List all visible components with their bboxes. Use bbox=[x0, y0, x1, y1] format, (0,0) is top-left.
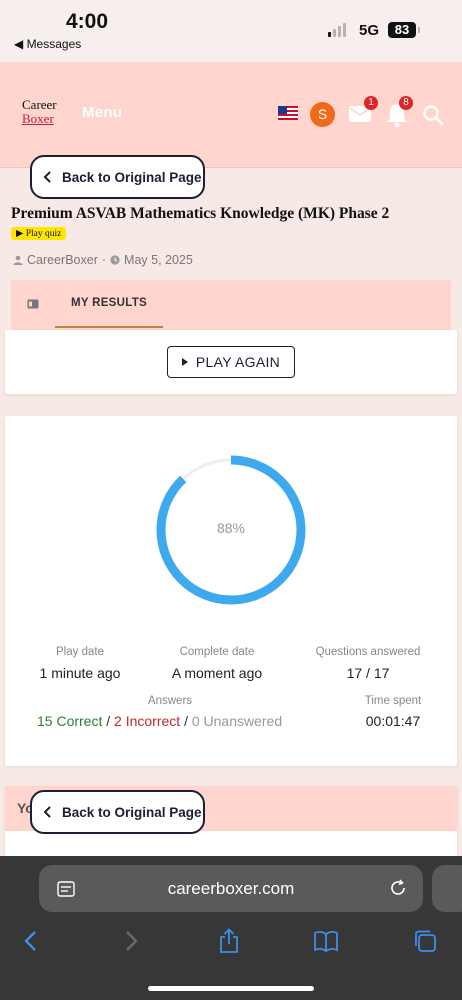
complete-date-value: A moment ago bbox=[171, 665, 263, 681]
answers-separator: / bbox=[184, 713, 188, 729]
answers-label: Answers bbox=[147, 695, 193, 707]
address-bar[interactable]: careerboxer.com bbox=[39, 865, 423, 912]
play-again-button[interactable]: PLAY AGAIN bbox=[167, 346, 295, 378]
next-tab-peek[interactable] bbox=[432, 865, 462, 912]
results-card: 88% Play date 1 minute ago Complete date… bbox=[5, 416, 457, 766]
time-spent-label: Time spent bbox=[364, 695, 422, 707]
avatar[interactable]: S bbox=[310, 102, 335, 127]
answers-correct: 15 Correct bbox=[37, 713, 103, 729]
share-icon[interactable] bbox=[216, 928, 242, 954]
play-quiz-tag-label: Play quiz bbox=[25, 229, 62, 239]
answers-incorrect: 2 Incorrect bbox=[114, 713, 181, 729]
quiz-date: May 5, 2025 bbox=[124, 253, 193, 267]
user-icon bbox=[13, 255, 23, 265]
site-header: Career Boxer Menu S 1 8 bbox=[0, 62, 462, 168]
answers-unanswered: 0 Unanswered bbox=[191, 713, 283, 729]
back-button-label: Back to Original Page bbox=[62, 804, 202, 820]
menu-button[interactable]: Menu bbox=[82, 104, 122, 121]
play-again-card: PLAY AGAIN bbox=[5, 330, 457, 394]
quiz-author[interactable]: CareerBoxer bbox=[27, 253, 98, 267]
status-time: 4:00 bbox=[66, 10, 109, 33]
questions-answered-label: Questions answered bbox=[315, 646, 421, 658]
notification-count-badge: 8 bbox=[399, 96, 413, 110]
quiz-meta: CareerBoxer · May 5, 2025 bbox=[13, 253, 193, 267]
play-quiz-tag[interactable]: ▶ Play quiz bbox=[11, 227, 67, 240]
results-tab-bar: MY RESULTS bbox=[11, 280, 451, 330]
chevron-left-icon bbox=[43, 171, 51, 183]
back-to-original-page-button[interactable]: Back to Original Page bbox=[30, 790, 205, 834]
answers-separator: / bbox=[106, 713, 111, 729]
us-flag-icon[interactable] bbox=[278, 106, 298, 120]
meta-separator: · bbox=[101, 253, 107, 267]
score-percent: 88% bbox=[216, 520, 246, 536]
back-arrow-icon[interactable] bbox=[18, 928, 44, 954]
back-to-original-page-button[interactable]: Back to Original Page bbox=[30, 155, 205, 199]
logo-text-boxer: Boxer bbox=[22, 111, 54, 126]
complete-date-label: Complete date bbox=[179, 646, 255, 658]
chevron-left-icon bbox=[43, 806, 51, 818]
time-spent-value: 00:01:47 bbox=[365, 713, 421, 729]
forward-arrow-icon[interactable] bbox=[118, 928, 144, 954]
play-again-label: PLAY AGAIN bbox=[195, 354, 281, 370]
card-icon[interactable] bbox=[27, 299, 39, 309]
tab-my-results[interactable]: MY RESULTS bbox=[55, 280, 163, 328]
home-indicator bbox=[148, 986, 314, 991]
answers-breakdown: 15 Correct / 2 Incorrect / 0 Unanswered bbox=[37, 713, 282, 729]
safari-toolbar: careerboxer.com bbox=[0, 856, 462, 1000]
careerboxer-logo[interactable]: Career Boxer bbox=[22, 98, 57, 126]
status-bar: 4:00 ◀ Messages 5G 83 bbox=[0, 0, 462, 62]
battery-icon: 83 bbox=[388, 22, 420, 38]
play-date-label: Play date bbox=[56, 646, 104, 658]
reload-icon[interactable] bbox=[389, 879, 407, 897]
clock-icon bbox=[110, 255, 120, 265]
play-date-value: 1 minute ago bbox=[39, 665, 121, 681]
network-type: 5G bbox=[359, 22, 380, 39]
back-button-label: Back to Original Page bbox=[62, 169, 202, 185]
url-text: careerboxer.com bbox=[167, 879, 295, 898]
play-icon bbox=[181, 358, 188, 366]
bookmarks-icon[interactable] bbox=[313, 928, 339, 954]
questions-answered-value: 17 / 17 bbox=[346, 665, 390, 681]
back-to-messages-link[interactable]: ◀ Messages bbox=[14, 37, 81, 51]
tabs-icon[interactable] bbox=[412, 928, 438, 954]
quiz-title: Premium ASVAB Mathematics Knowledge (MK)… bbox=[11, 205, 390, 222]
search-icon[interactable] bbox=[422, 104, 444, 126]
cellular-signal-icon bbox=[328, 23, 346, 37]
mail-count-badge: 1 bbox=[364, 96, 378, 110]
logo-text-career: Career bbox=[22, 97, 57, 112]
